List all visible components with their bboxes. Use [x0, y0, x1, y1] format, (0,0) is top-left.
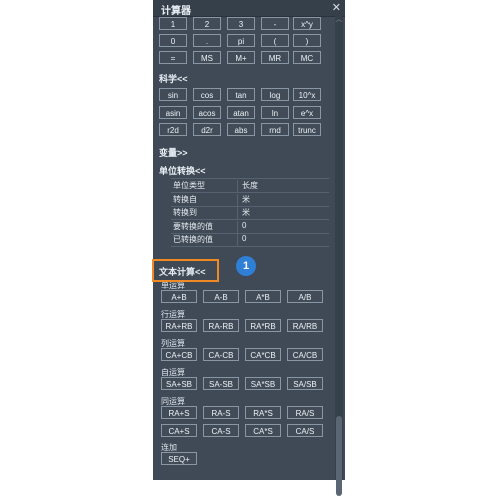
calc-button[interactable]: MC	[293, 51, 321, 64]
text-calc-button[interactable]: RA-RB	[203, 319, 239, 332]
science-button[interactable]: atan	[227, 106, 255, 119]
row-value[interactable]: 长度	[237, 180, 258, 192]
science-button[interactable]: e^x	[293, 106, 321, 119]
table-row[interactable]: 转换到 米	[171, 206, 329, 220]
text-calc-button[interactable]: CA+S	[161, 424, 197, 437]
text-calc-button[interactable]: CA/CB	[287, 348, 323, 361]
calc-button[interactable]: =	[159, 51, 187, 64]
unit-conversion-section-toggle[interactable]: 单位转换<<	[159, 164, 206, 177]
text-calc-button[interactable]: A+B	[161, 290, 197, 303]
close-icon[interactable]: ✕	[332, 1, 341, 14]
text-calc-highlight-box	[152, 259, 219, 282]
calc-button[interactable]: 3	[227, 17, 255, 30]
calc-button[interactable]: (	[261, 34, 289, 47]
science-button[interactable]: asin	[159, 106, 187, 119]
row-key: 转换到	[173, 208, 197, 217]
calc-button[interactable]: MS	[193, 51, 221, 64]
callout-badge: 1	[236, 256, 256, 276]
calc-button[interactable]: x^y	[293, 17, 321, 30]
text-calc-button[interactable]: SA/SB	[287, 377, 323, 390]
text-calc-button[interactable]: RA+S	[161, 406, 197, 419]
science-button[interactable]: acos	[193, 106, 221, 119]
text-calc-button[interactable]: A/B	[287, 290, 323, 303]
row-value[interactable]: 米	[237, 193, 250, 206]
text-calc-button[interactable]: SA-SB	[203, 377, 239, 390]
science-button[interactable]: abs	[227, 123, 255, 136]
calc-button[interactable]: 1	[159, 17, 187, 30]
science-button[interactable]: cos	[193, 88, 221, 101]
science-button[interactable]: trunc	[293, 123, 321, 136]
row-value[interactable]: 0	[237, 234, 246, 246]
science-button[interactable]: log	[261, 88, 289, 101]
text-calc-button[interactable]: CA+CB	[161, 348, 197, 361]
calculator-panel: 计算器 ✕ 1 2 3- x^y 0. pi() = MS M+ MR MC 科学<< sin cos ta…	[153, 0, 345, 496]
science-button[interactable]: 10^x	[293, 88, 321, 101]
row-key: 要转换的值	[173, 221, 213, 231]
table-row[interactable]: 要转换的值 0	[171, 220, 329, 234]
text-calc-button[interactable]: RA-S	[203, 406, 239, 419]
text-calc-button[interactable]: CA-CB	[203, 348, 239, 361]
row-value[interactable]: 米	[237, 207, 250, 219]
row-key: 转换自	[173, 194, 197, 204]
science-button[interactable]: tan	[227, 88, 255, 101]
calc-button[interactable]: 0	[159, 34, 187, 47]
science-button[interactable]: rnd	[261, 123, 289, 136]
calc-button[interactable]: .	[193, 34, 221, 47]
scrollbar-thumb[interactable]	[336, 416, 342, 496]
calc-button[interactable]: -	[261, 17, 289, 30]
panel-title: 计算器	[161, 6, 191, 17]
text-calc-button[interactable]: RA/S	[287, 406, 323, 419]
text-calc-button[interactable]: SA+SB	[161, 377, 197, 390]
science-section-toggle[interactable]: 科学<<	[159, 72, 188, 85]
text-calc-button[interactable]: RA/RB	[287, 319, 323, 332]
text-calc-button[interactable]: RA*RB	[245, 319, 281, 332]
science-button[interactable]: sin	[159, 88, 187, 101]
text-calc-button[interactable]: RA+RB	[161, 319, 197, 332]
text-calc-button[interactable]: CA-S	[203, 424, 239, 437]
calc-button[interactable]: M+	[227, 51, 255, 64]
text-calc-button[interactable]: CA/S	[287, 424, 323, 437]
row-key: 单位类型	[173, 181, 205, 190]
text-calc-button[interactable]: SA*SB	[245, 377, 281, 390]
science-button[interactable]: ln	[261, 106, 289, 119]
calc-button[interactable]: )	[293, 34, 321, 47]
calc-button[interactable]: pi	[227, 34, 255, 47]
calc-button[interactable]: MR	[261, 51, 289, 64]
table-row[interactable]: 转换自 米	[171, 193, 329, 207]
row-key: 已转换的值	[173, 235, 213, 244]
text-calc-button[interactable]: SEQ+	[161, 452, 197, 465]
calc-button[interactable]: 2	[193, 17, 221, 30]
scrollbar[interactable]	[335, 16, 343, 496]
title-bar: 计算器 ✕	[153, 0, 345, 17]
text-calc-button[interactable]: CA*S	[245, 424, 281, 437]
text-calc-button[interactable]: RA*S	[245, 406, 281, 419]
table-row[interactable]: 单位类型 长度	[171, 179, 329, 193]
text-calc-button[interactable]: A-B	[203, 290, 239, 303]
table-row[interactable]: 已转换的值 0	[171, 233, 329, 247]
science-button[interactable]: d2r	[193, 123, 221, 136]
text-calc-button[interactable]: CA*CB	[245, 348, 281, 361]
variables-section-toggle[interactable]: 变量>>	[159, 146, 188, 159]
science-button[interactable]: r2d	[159, 123, 187, 136]
text-calc-button[interactable]: A*B	[245, 290, 281, 303]
unit-conversion-table: 单位类型 长度 转换自米转换到米要转换的值 0 已转换的值 0	[171, 178, 329, 247]
row-value[interactable]: 0	[237, 220, 246, 233]
scroll-up-icon[interactable]: ︿	[335, 16, 343, 24]
